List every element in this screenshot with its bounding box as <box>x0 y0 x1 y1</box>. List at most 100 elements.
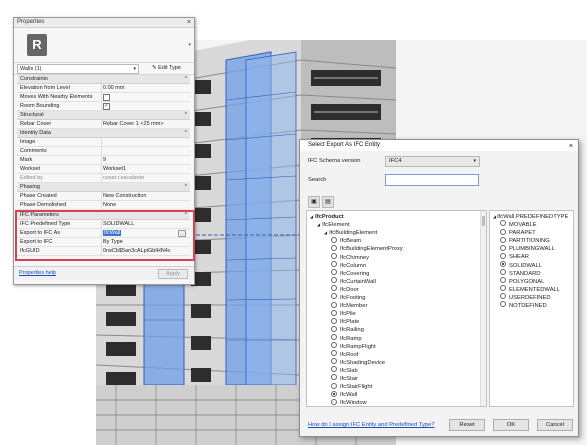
properties-titlebar[interactable]: Properties × <box>14 18 194 28</box>
tree-item[interactable]: IfcWindow <box>331 398 367 406</box>
expand-icon[interactable]: ◢ <box>324 230 327 235</box>
tree-item[interactable]: IfcStairFlight <box>331 382 372 391</box>
collapse-icon[interactable]: ^ <box>185 129 187 137</box>
radio[interactable] <box>500 293 506 300</box>
property-value[interactable]: New Construction <box>103 192 189 200</box>
property-row-comments[interactable]: Comments <box>17 147 190 156</box>
section-structural[interactable]: Structural ^ <box>17 111 190 120</box>
radio[interactable] <box>331 252 337 259</box>
scrollbar-thumb[interactable] <box>482 216 485 226</box>
tree-item[interactable]: IfcRailing <box>331 325 364 334</box>
radio[interactable] <box>331 333 337 340</box>
radio[interactable] <box>500 228 506 235</box>
expand-icon[interactable]: ◢ <box>317 222 320 227</box>
radio[interactable] <box>500 301 506 308</box>
cancel-button[interactable]: Cancel <box>537 419 573 431</box>
radio[interactable] <box>500 285 506 292</box>
property-value[interactable]: Rebar Cover 1 <25 mm> <box>103 120 189 128</box>
expand-icon[interactable]: ◢ <box>310 214 313 219</box>
tree-item[interactable]: ◢ IfcProduct <box>310 213 344 221</box>
radio[interactable] <box>331 325 337 332</box>
collapse-icon[interactable]: ^ <box>185 75 187 83</box>
properties-help-link[interactable]: Properties help <box>19 270 56 276</box>
tree-item[interactable]: IfcRamp <box>331 333 362 343</box>
section-phasing[interactable]: Phasing ^ <box>17 183 190 192</box>
radio[interactable] <box>331 285 337 292</box>
property-row-room-bounding[interactable]: Room Bounding ✓ <box>17 102 190 111</box>
expand-all-icon[interactable]: ▣ <box>308 196 320 208</box>
radio[interactable] <box>331 293 337 300</box>
tree-item[interactable]: IfcPile <box>331 309 356 318</box>
help-link[interactable]: How do I assign IFC Entity and Predefine… <box>308 422 435 428</box>
property-row-phase-created[interactable]: Phase Created New Construction <box>17 192 190 201</box>
tree-item[interactable]: IfcBuildingElementProxy <box>331 244 403 253</box>
radio[interactable] <box>500 220 506 227</box>
radio[interactable] <box>331 317 337 324</box>
edit-type-button[interactable]: ✎ Edit Type <box>152 64 181 72</box>
checkbox[interactable] <box>103 94 110 101</box>
radio[interactable] <box>331 398 337 405</box>
section-identity-data[interactable]: Identity Data ^ <box>17 129 190 138</box>
collapse-all-icon[interactable]: ▤ <box>322 196 334 208</box>
search-input[interactable] <box>385 174 479 186</box>
radio[interactable] <box>331 277 337 284</box>
schema-version-select[interactable]: IFC4 ▾ <box>385 156 480 167</box>
predefined-type-item[interactable]: MOVABLE <box>500 220 537 229</box>
tree-item[interactable]: ◢ IfcElement <box>317 221 349 229</box>
radio-selected[interactable] <box>500 260 506 267</box>
property-value[interactable]: Workset1 <box>103 165 189 173</box>
radio[interactable] <box>331 309 337 316</box>
radio-selected[interactable] <box>331 390 337 397</box>
property-row-rebar-cover[interactable]: Rebar Cover Rebar Cover 1 <25 mm> <box>17 120 190 129</box>
ok-button[interactable]: OK <box>493 419 529 431</box>
property-value[interactable]: None <box>103 201 189 209</box>
property-row-workset[interactable]: Workset Workset1 <box>17 165 190 174</box>
predefined-type-item[interactable]: ELEMENTEDWALL <box>500 285 560 294</box>
dialog-titlebar[interactable]: Select Export As IFC Entity × <box>300 140 578 151</box>
tree-item[interactable]: IfcPlate <box>331 317 359 326</box>
tree-item[interactable]: IfcFooting <box>331 293 365 302</box>
predefined-type-item[interactable]: POLYGONAL <box>500 277 544 286</box>
predefined-type-item[interactable]: PARAPET <box>500 228 536 237</box>
reset-button[interactable]: Reset <box>449 419 485 431</box>
collapse-icon[interactable]: ^ <box>185 111 187 119</box>
property-row-elevation[interactable]: Elevation from Level 0.00 mm <box>17 84 190 93</box>
property-row-image[interactable]: Image <box>17 138 190 147</box>
predefined-type-item[interactable]: SHEAR <box>500 252 529 261</box>
radio[interactable] <box>331 301 337 308</box>
tree-item[interactable]: IfcMember <box>331 301 367 310</box>
radio[interactable] <box>331 350 337 357</box>
radio[interactable] <box>331 382 337 389</box>
tree-item[interactable]: IfcRampFlight <box>331 342 376 351</box>
radio[interactable] <box>331 269 337 276</box>
radio[interactable] <box>331 366 337 373</box>
tree-item[interactable]: IfcCovering <box>331 269 369 278</box>
tree-item[interactable]: IfcWall <box>331 390 357 399</box>
property-value[interactable]: 9 <box>103 156 189 164</box>
predefined-type-item[interactable]: NOTDEFINED <box>500 301 547 310</box>
type-selector[interactable]: R ▾ <box>14 28 194 63</box>
radio[interactable] <box>331 374 337 381</box>
radio[interactable] <box>500 244 506 251</box>
tree-item[interactable]: IfcColumn <box>331 261 366 270</box>
predefined-type-item[interactable]: PARTITIONING <box>500 236 550 245</box>
radio[interactable] <box>500 252 506 259</box>
radio[interactable] <box>331 358 337 365</box>
property-row-moves-with-nearby[interactable]: Moves With Nearby Elements <box>17 93 190 102</box>
tree-item[interactable]: IfcBeam <box>331 236 361 245</box>
radio[interactable] <box>500 277 506 284</box>
tree-item[interactable]: IfcCurtainWall <box>331 277 376 286</box>
close-icon[interactable]: × <box>187 18 191 27</box>
collapse-icon[interactable]: ^ <box>185 183 187 191</box>
checkbox-checked[interactable]: ✓ <box>103 103 110 110</box>
close-icon[interactable]: × <box>569 141 573 152</box>
radio[interactable] <box>331 261 337 268</box>
predefined-type-list[interactable]: ◢IfcWall.PREDEFINEDTYPE MOVABLE PARAPET PA… <box>489 210 574 407</box>
ifc-entity-tree[interactable]: ◢ IfcProduct ◢ IfcElement ◢ IfcBuildingElemen… <box>306 210 487 407</box>
apply-button[interactable]: Apply <box>158 269 188 279</box>
instance-filter-dropdown[interactable]: Walls (1) ▾ <box>17 64 139 74</box>
section-constraints[interactable]: Constraints ^ <box>17 75 190 84</box>
predefined-type-item[interactable]: SOLIDWALL <box>500 260 542 270</box>
radio[interactable] <box>500 269 506 276</box>
tree-scrollbar[interactable] <box>480 211 486 406</box>
